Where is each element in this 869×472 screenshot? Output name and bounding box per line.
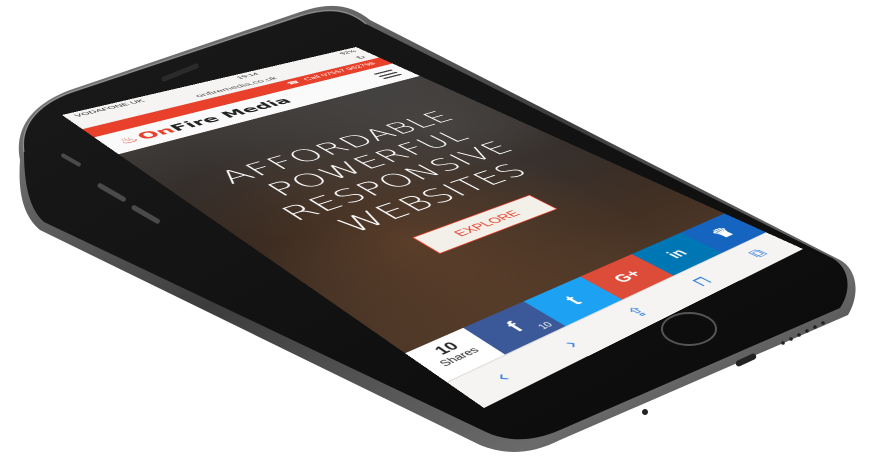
linkedin-icon: in (662, 247, 692, 261)
twitter-icon: t (559, 293, 587, 308)
scene: VODAFONE UK 19:14 92% onfiremedia.co.uk … (0, 0, 869, 472)
bookmarks-icon[interactable]: ⊓ (685, 273, 718, 290)
back-icon[interactable]: ‹ (490, 370, 516, 386)
headphone-jack (642, 409, 648, 415)
phone-icon: ☎ (285, 80, 302, 86)
googleplus-icon: G+ (609, 267, 646, 285)
tabs-icon[interactable]: ⧉ (744, 247, 773, 261)
crown-icon: ♛ (706, 225, 741, 241)
home-button[interactable] (662, 313, 716, 345)
hamburger-icon[interactable] (373, 69, 402, 79)
facebook-share-count: 10 (536, 321, 555, 331)
facebook-icon: f (501, 319, 530, 336)
forward-icon[interactable]: › (559, 337, 585, 352)
share-icon[interactable]: ⇪ (621, 303, 657, 322)
